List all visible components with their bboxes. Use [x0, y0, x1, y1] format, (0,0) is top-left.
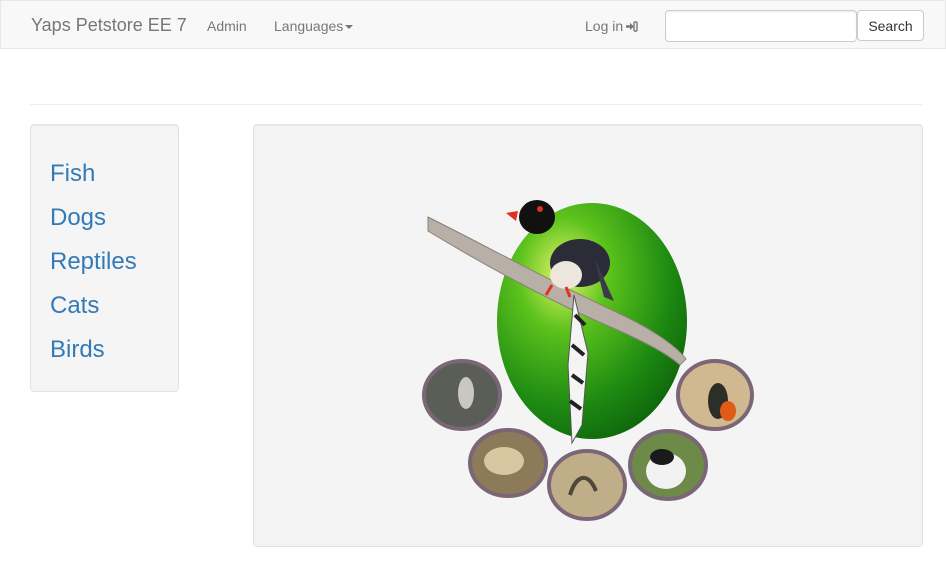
caret-down-icon — [345, 25, 354, 30]
green-oval-backdrop — [497, 203, 687, 439]
category-list: Fish Dogs Reptiles Cats Birds — [31, 125, 178, 379]
login-icon — [626, 19, 638, 35]
category-sidebar: Fish Dogs Reptiles Cats Birds — [30, 124, 179, 392]
dog-thumbnail-icon — [468, 428, 548, 498]
search-input[interactable] — [665, 10, 857, 42]
pet-collage-image — [422, 200, 754, 521]
fish-thumbnail-icon — [422, 359, 502, 431]
category-item-dogs[interactable]: Dogs — [31, 203, 178, 247]
category-item-reptiles[interactable]: Reptiles — [31, 247, 178, 291]
top-navbar: Yaps Petstore EE 7 Admin Languages Log i… — [0, 0, 946, 49]
languages-dropdown[interactable]: Languages — [274, 18, 354, 34]
cat-thumbnail-icon — [628, 429, 708, 501]
search-button[interactable]: Search — [857, 10, 924, 41]
login-link[interactable]: Log in — [585, 18, 638, 35]
bird-thumbnail-icon — [676, 359, 754, 431]
brand-link[interactable]: Yaps Petstore EE 7 — [31, 15, 187, 36]
reptile-thumbnail-icon — [547, 449, 627, 521]
login-label: Log in — [585, 18, 624, 34]
page-divider — [30, 104, 922, 105]
category-item-birds[interactable]: Birds — [31, 335, 178, 379]
languages-label: Languages — [274, 18, 344, 34]
category-item-fish[interactable]: Fish — [31, 159, 178, 203]
admin-link[interactable]: Admin — [207, 18, 247, 34]
hero-banner — [253, 124, 923, 547]
category-item-cats[interactable]: Cats — [31, 291, 178, 335]
